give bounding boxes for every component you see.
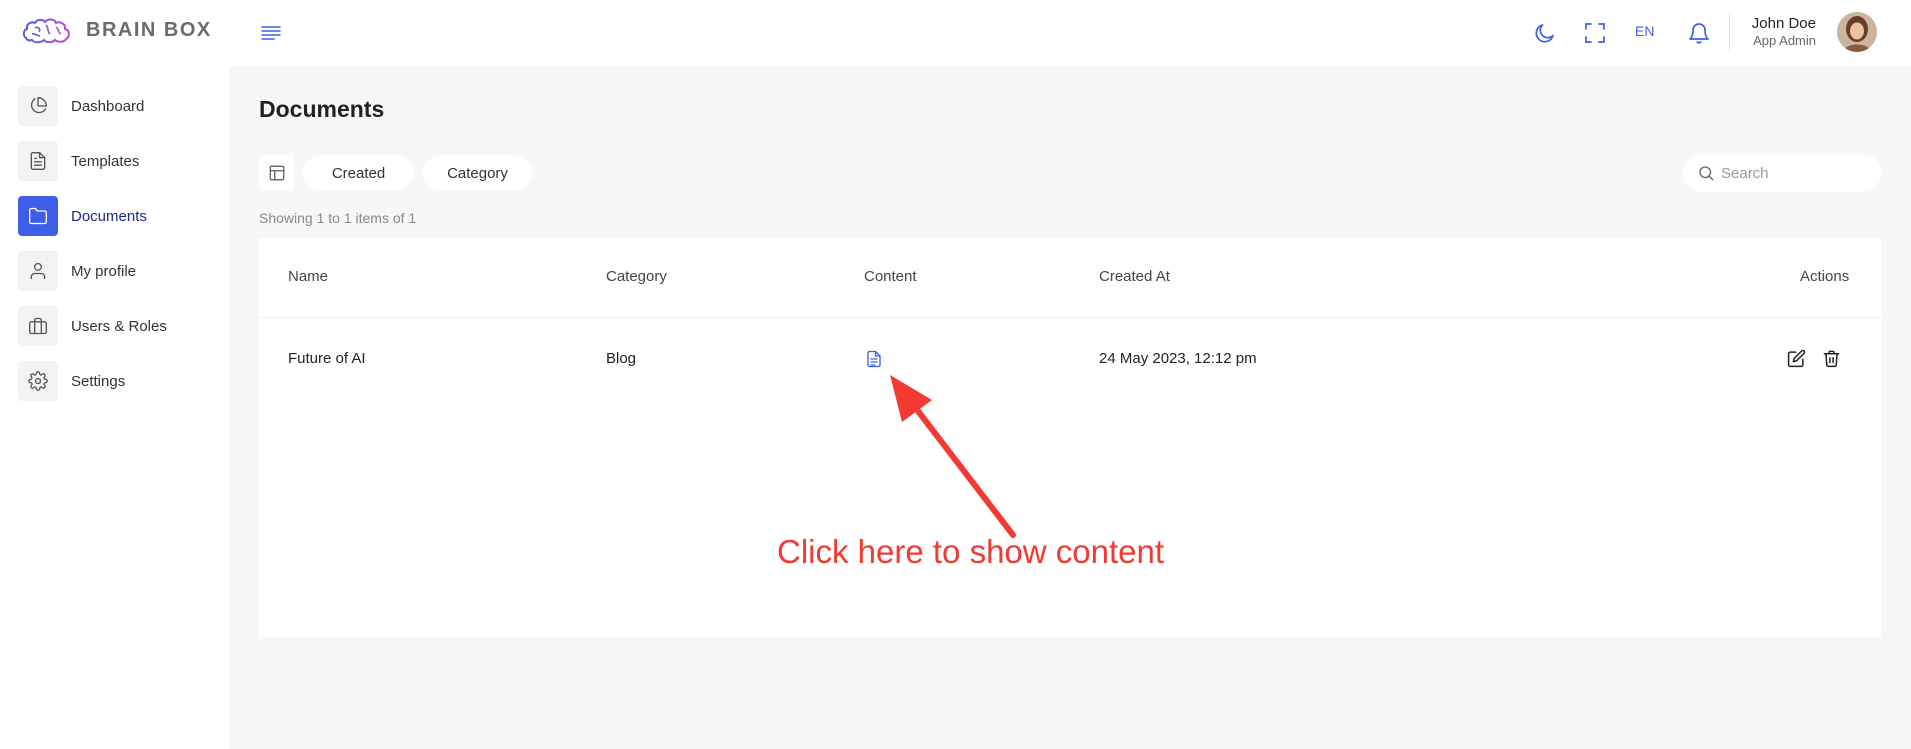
- user-icon: [18, 251, 58, 291]
- search-box[interactable]: [1683, 154, 1881, 192]
- language-selector[interactable]: EN: [1635, 23, 1654, 39]
- edit-icon: [1787, 349, 1806, 368]
- filter-created-button[interactable]: Created: [303, 155, 414, 191]
- user-name[interactable]: John Doe: [1730, 15, 1816, 32]
- brand-logo[interactable]: BRAIN BOX: [22, 16, 212, 44]
- fullscreen-icon: [1585, 23, 1605, 43]
- layout-icon: [269, 165, 284, 181]
- user-role: App Admin: [1753, 33, 1816, 48]
- briefcase-icon: [18, 306, 58, 346]
- column-header-category: Category: [606, 268, 667, 285]
- pagination-summary: Showing 1 to 1 items of 1: [259, 210, 417, 226]
- brain-logo-icon: [22, 18, 70, 44]
- sidebar-item-label: Templates: [71, 152, 140, 170]
- file-text-icon: [18, 141, 58, 181]
- bell-icon: [1689, 23, 1709, 44]
- document-icon: [867, 350, 881, 368]
- header-divider: [259, 317, 1881, 318]
- sidebar-item-label: Dashboard: [71, 97, 145, 115]
- fullscreen-button[interactable]: [1581, 19, 1609, 47]
- pie-chart-icon: [18, 86, 58, 126]
- sidebar-item-settings[interactable]: Settings: [18, 361, 218, 401]
- page-title: Documents: [259, 96, 385, 122]
- sidebar-item-templates[interactable]: Templates: [18, 141, 218, 181]
- sidebar-item-label: My profile: [71, 262, 137, 280]
- user-avatar-image: [1837, 12, 1877, 52]
- avatar[interactable]: [1837, 12, 1877, 52]
- column-toggle-button[interactable]: [259, 155, 294, 191]
- sidebar-item-documents[interactable]: Documents: [18, 196, 218, 236]
- column-header-actions: Actions: [1800, 268, 1850, 285]
- menu-toggle-button[interactable]: [259, 22, 283, 42]
- delete-button[interactable]: [1822, 349, 1842, 369]
- moon-icon: [1535, 24, 1554, 43]
- trash-icon: [1823, 350, 1840, 368]
- column-header-created-at: Created At: [1099, 268, 1170, 285]
- cell-category: Blog: [606, 350, 637, 367]
- top-bar: BRAIN BOX EN John Doe App Admin: [0, 0, 1911, 66]
- sidebar-item-label: Settings: [71, 372, 126, 390]
- search-icon: [1699, 166, 1714, 181]
- notifications-button[interactable]: [1685, 19, 1713, 47]
- sidebar-item-label: Users & Roles: [71, 317, 167, 335]
- hamburger-icon: [261, 26, 281, 40]
- cell-created-at: 24 May 2023, 12:12 pm: [1099, 350, 1257, 367]
- sidebar-item-my-profile[interactable]: My profile: [18, 251, 218, 291]
- filter-category-button[interactable]: Category: [423, 155, 532, 191]
- annotation-arrow: [890, 375, 1016, 538]
- dark-mode-button[interactable]: [1531, 19, 1559, 47]
- annotation-text: Click here to show content: [777, 533, 1165, 570]
- column-header-name: Name: [288, 268, 329, 285]
- column-header-content: Content: [864, 268, 917, 285]
- brand-name: BRAIN BOX: [86, 18, 212, 41]
- sidebar-item-label: Documents: [71, 207, 147, 225]
- sidebar-item-dashboard[interactable]: Dashboard: [18, 86, 218, 126]
- gear-icon: [18, 361, 58, 401]
- edit-button[interactable]: [1787, 349, 1807, 369]
- cell-name: Future of AI: [288, 350, 366, 367]
- documents-table: [259, 238, 1881, 637]
- sidebar-item-users-roles[interactable]: Users & Roles: [18, 306, 218, 346]
- search-input[interactable]: [1721, 164, 1871, 182]
- folder-icon: [18, 196, 58, 236]
- show-content-button[interactable]: [865, 349, 883, 369]
